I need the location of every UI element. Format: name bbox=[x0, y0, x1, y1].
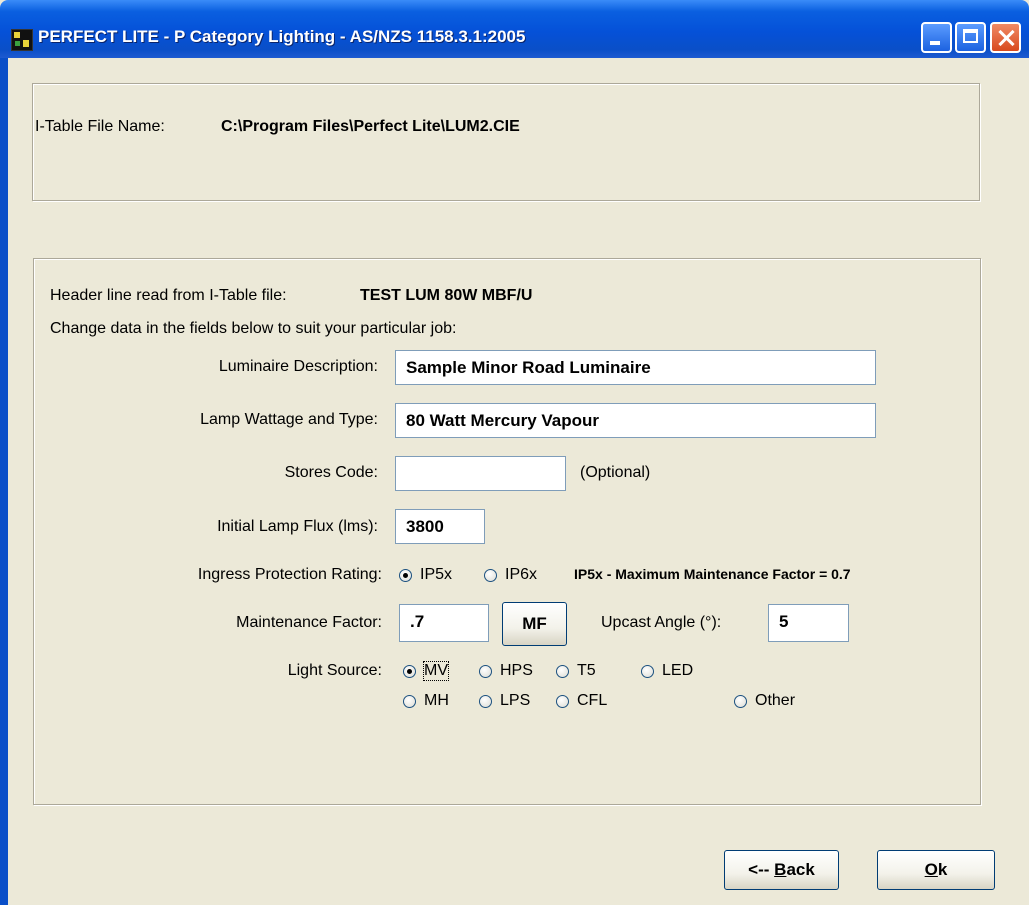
light-source-mv-radio[interactable] bbox=[403, 665, 416, 678]
ok-button[interactable]: Ok bbox=[877, 850, 995, 890]
ok-button-rest: k bbox=[937, 860, 948, 879]
ingress-rating-label: Ingress Protection Rating: bbox=[197, 566, 382, 583]
app-window: PERFECT LITE - P Category Lighting - AS/… bbox=[0, 0, 1029, 905]
instruction-text: Change data in the fields below to suit … bbox=[50, 320, 457, 337]
back-button-prefix: <-- bbox=[748, 860, 775, 879]
luminaire-description-label: Luminaire Description: bbox=[218, 358, 378, 375]
ingress-ip5x-radio[interactable] bbox=[399, 569, 412, 582]
light-source-hps-label[interactable]: HPS bbox=[500, 662, 533, 680]
lamp-wattage-field[interactable]: 80 Watt Mercury Vapour bbox=[395, 403, 876, 438]
ingress-note: IP5x - Maximum Maintenance Factor = 0.7 bbox=[574, 566, 851, 582]
window-title: PERFECT LITE - P Category Lighting - AS/… bbox=[38, 27, 526, 46]
luminaire-description-field[interactable]: Sample Minor Road Luminaire bbox=[395, 350, 876, 385]
light-source-mv-label[interactable]: MV bbox=[423, 661, 449, 681]
light-source-led-label[interactable]: LED bbox=[662, 662, 693, 680]
light-source-t5-label[interactable]: T5 bbox=[577, 662, 596, 680]
lamp-wattage-label: Lamp Wattage and Type: bbox=[200, 411, 378, 428]
maintenance-factor-label: Maintenance Factor: bbox=[236, 614, 382, 631]
maximize-icon[interactable] bbox=[955, 22, 986, 53]
stores-code-label: Stores Code: bbox=[284, 464, 378, 481]
header-line-value: TEST LUM 80W MBF/U bbox=[360, 287, 533, 304]
ingress-ip6x-label[interactable]: IP6x bbox=[505, 566, 537, 584]
light-source-other-radio[interactable] bbox=[734, 695, 747, 708]
back-button[interactable]: <-- Back bbox=[724, 850, 839, 890]
file-groupbox bbox=[32, 83, 980, 201]
file-name-value: C:\Program Files\Perfect Lite\LUM2.CIE bbox=[221, 118, 520, 135]
window-frame-left bbox=[0, 58, 8, 905]
close-icon[interactable] bbox=[990, 22, 1021, 53]
light-source-led-radio[interactable] bbox=[641, 665, 654, 678]
light-source-hps-radio[interactable] bbox=[479, 665, 492, 678]
light-source-label: Light Source: bbox=[287, 662, 382, 679]
light-source-mh-label[interactable]: MH bbox=[424, 692, 449, 710]
light-source-lps-label[interactable]: LPS bbox=[500, 692, 530, 710]
light-source-t5-radio[interactable] bbox=[556, 665, 569, 678]
ingress-ip6x-radio[interactable] bbox=[484, 569, 497, 582]
initial-flux-field[interactable]: 3800 bbox=[395, 509, 485, 544]
title-bar[interactable]: PERFECT LITE - P Category Lighting - AS/… bbox=[0, 0, 1029, 58]
header-line-label: Header line read from I-Table file: bbox=[50, 287, 287, 304]
light-source-mh-radio[interactable] bbox=[403, 695, 416, 708]
light-source-cfl-label[interactable]: CFL bbox=[577, 692, 607, 710]
light-source-other-label[interactable]: Other bbox=[755, 692, 795, 710]
mf-button[interactable]: MF bbox=[502, 602, 567, 646]
upcast-angle-label: Upcast Angle (°): bbox=[601, 614, 722, 631]
app-icon bbox=[11, 29, 33, 51]
ingress-ip5x-label[interactable]: IP5x bbox=[420, 566, 452, 584]
file-name-label: I-Table File Name: bbox=[35, 118, 165, 135]
stores-code-hint: (Optional) bbox=[580, 464, 651, 481]
ok-button-accel: O bbox=[924, 860, 938, 879]
initial-flux-label: Initial Lamp Flux (lms): bbox=[217, 518, 378, 535]
back-button-rest: ack bbox=[786, 860, 815, 879]
upcast-angle-field[interactable]: 5 bbox=[768, 604, 849, 642]
minimize-icon[interactable] bbox=[921, 22, 952, 53]
maintenance-factor-field[interactable]: .7 bbox=[399, 604, 489, 642]
back-button-accel: B bbox=[774, 860, 787, 879]
light-source-lps-radio[interactable] bbox=[479, 695, 492, 708]
light-source-cfl-radio[interactable] bbox=[556, 695, 569, 708]
stores-code-field[interactable] bbox=[395, 456, 566, 491]
